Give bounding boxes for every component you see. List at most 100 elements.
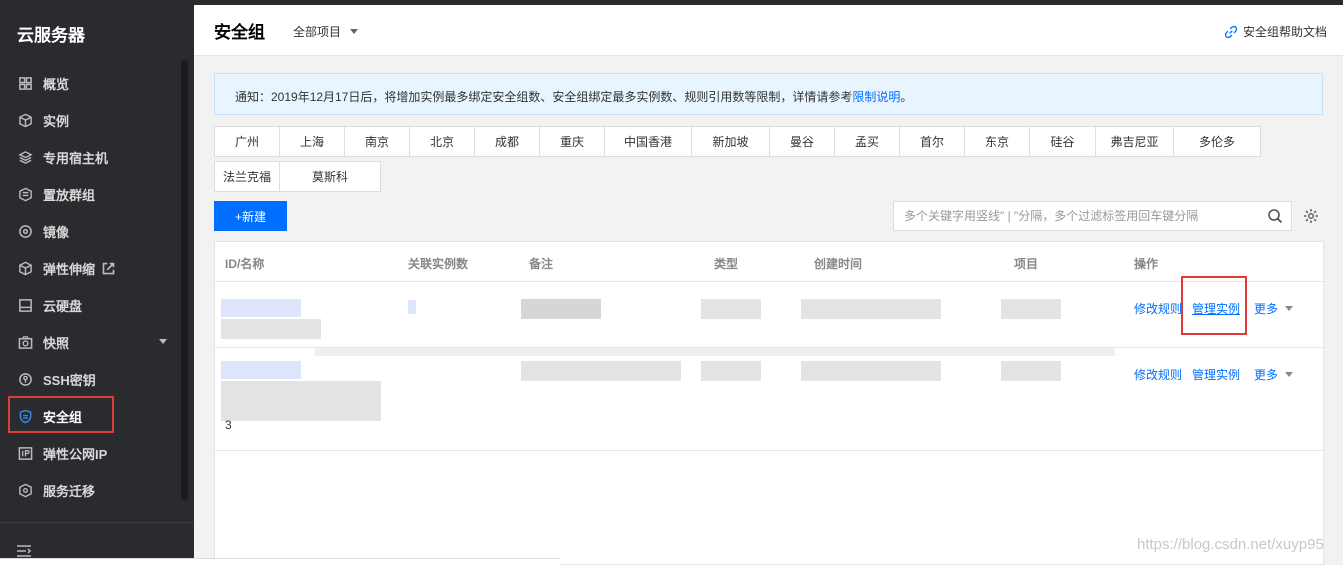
cluster-icon	[17, 186, 33, 202]
more-label: 更多	[1254, 302, 1279, 316]
redacted-name	[221, 381, 381, 421]
region-tab[interactable]: 北京	[409, 126, 475, 157]
sidebar-item-images[interactable]: 镜像	[0, 213, 180, 249]
sidebar-item-label: 弹性伸缩	[43, 261, 96, 277]
collapse-menu-icon[interactable]	[16, 544, 32, 558]
sidebar-scrollbar[interactable]	[181, 60, 188, 500]
redacted-created	[801, 299, 941, 319]
row-fragment-text: 3	[225, 418, 232, 432]
search-icon[interactable]	[1267, 208, 1283, 224]
region-tab[interactable]: 莫斯科	[279, 161, 381, 192]
help-doc-link[interactable]: 安全组帮助文档	[1224, 23, 1327, 40]
help-doc-label: 安全组帮助文档	[1242, 25, 1327, 39]
region-tab[interactable]: 南京	[344, 126, 410, 157]
sidebar-item-dedicated-host[interactable]: 专用宿主机	[0, 139, 180, 175]
redacted-count	[408, 300, 416, 314]
external-link-icon	[102, 262, 115, 274]
table-header: ID/名称 关联实例数 备注 类型 创建时间 项目 操作	[215, 242, 1323, 282]
region-tab[interactable]: 曼谷	[769, 126, 835, 157]
new-security-group-button[interactable]: +新建	[214, 201, 287, 231]
sidebar-item-label: 云硬盘	[43, 298, 83, 314]
column-header-actions: 操作	[1134, 257, 1159, 271]
annotation-highlight-sidebar	[8, 396, 114, 433]
chevron-down-icon	[350, 29, 359, 34]
sidebar-item-label: 镜像	[43, 224, 70, 240]
region-tab[interactable]: 硅谷	[1029, 126, 1096, 157]
key-icon	[17, 371, 33, 387]
more-dropdown[interactable]: 更多	[1254, 366, 1294, 383]
manage-instances-link[interactable]: 管理实例	[1192, 366, 1240, 383]
content: 通知：2019年12月17日后，将增加实例最多绑定安全组数、安全组绑定最多实例数…	[214, 73, 1324, 565]
redacted-strip	[315, 348, 1115, 356]
edit-rules-link[interactable]: 修改规则	[1134, 300, 1182, 317]
chevron-down-icon[interactable]	[159, 339, 167, 344]
region-tab[interactable]: 上海	[279, 126, 345, 157]
region-tab[interactable]: 新加坡	[691, 126, 770, 157]
region-tab[interactable]: 弗吉尼亚	[1095, 126, 1174, 157]
link-icon	[1224, 25, 1238, 38]
redacted-id	[221, 299, 301, 317]
main-panel: 安全组 全部项目 安全组帮助文档 通知：2019年12月17日后，将增加实例最多…	[194, 5, 1343, 565]
sidebar-item-migration[interactable]: 服务迁移	[0, 472, 180, 508]
sidebar-item-label: 专用宿主机	[43, 150, 109, 166]
sidebar-item-placement-group[interactable]: 置放群组	[0, 176, 180, 212]
redacted-remark	[521, 361, 681, 381]
sidebar-item-label: 概览	[43, 76, 70, 92]
column-header-created: 创建时间	[814, 257, 863, 271]
table-row: 3 修改规则 管理实例 更多	[215, 348, 1323, 451]
sidebar-item-auto-scaling[interactable]: 弹性伸缩	[0, 250, 180, 286]
sidebar-item-label: 服务迁移	[43, 483, 96, 499]
sidebar-title: 云服务器	[17, 26, 85, 45]
notice-limit-link[interactable]: 限制说明	[852, 90, 900, 104]
column-header-remark: 备注	[529, 257, 554, 271]
gear-icon[interactable]	[1303, 208, 1319, 224]
page-title: 安全组	[214, 23, 265, 42]
redacted-type	[701, 361, 761, 381]
project-select-value: 全部项目	[293, 25, 342, 39]
redacted-id	[221, 361, 301, 379]
sidebar-item-eip[interactable]: 弹性公网IP	[0, 435, 180, 471]
grid-icon	[17, 75, 33, 91]
column-header-project: 项目	[1014, 257, 1039, 271]
disk-icon	[17, 297, 33, 313]
region-tab[interactable]: 多伦多	[1173, 126, 1261, 157]
page-header: 安全组 全部项目 安全组帮助文档	[194, 5, 1343, 56]
column-header-instances: 关联实例数	[408, 257, 469, 271]
sidebar-item-label: 弹性公网IP	[43, 446, 108, 462]
sidebar-item-cloud-disk[interactable]: 云硬盘	[0, 287, 180, 323]
region-tab[interactable]: 法兰克福	[214, 161, 280, 192]
sidebar-item-label: 置放群组	[43, 187, 96, 203]
sidebar-item-label: 快照	[43, 335, 70, 351]
sidebar-divider	[0, 522, 194, 523]
search-input[interactable]	[904, 209, 1267, 223]
chevron-down-icon	[1285, 372, 1294, 377]
sidebar-item-ssh-key[interactable]: SSH密钥	[0, 361, 180, 397]
region-tab[interactable]: 孟买	[834, 126, 900, 157]
project-select[interactable]: 全部项目	[293, 23, 359, 40]
chevron-down-icon	[1285, 306, 1294, 311]
camera-icon	[17, 334, 33, 350]
redacted-remark	[521, 299, 601, 319]
more-dropdown[interactable]: 更多	[1254, 300, 1294, 317]
sidebar: 云服务器 概览 实例 专用宿主机 置放群组 镜像 弹性伸缩 云硬盘 快照 SSH…	[0, 5, 194, 565]
watermark: https://blog.csdn.net/xuyp95	[1137, 536, 1324, 553]
redacted-project	[1001, 299, 1061, 319]
notice-text: 通知：2019年12月17日后，将增加实例最多绑定安全组数、安全组绑定最多实例数…	[235, 90, 853, 104]
region-tab[interactable]: 东京	[964, 126, 1030, 157]
sidebar-item-instances[interactable]: 实例	[0, 102, 180, 138]
region-tab[interactable]: 广州	[214, 126, 280, 157]
region-tab[interactable]: 中国香港	[604, 126, 692, 157]
region-tab[interactable]: 成都	[474, 126, 540, 157]
redacted-type	[701, 299, 761, 319]
region-tab[interactable]: 首尔	[899, 126, 965, 157]
migrate-icon	[17, 482, 33, 498]
sidebar-item-label: SSH密钥	[43, 372, 96, 388]
disc-icon	[17, 223, 33, 239]
sidebar-item-overview[interactable]: 概览	[0, 65, 180, 101]
sidebar-item-snapshot[interactable]: 快照	[0, 324, 180, 360]
table-row: 修改规则 管理实例 更多	[215, 282, 1323, 348]
edit-rules-link[interactable]: 修改规则	[1134, 366, 1182, 383]
region-tab[interactable]: 重庆	[539, 126, 605, 157]
notice-suffix: 。	[900, 90, 913, 104]
annotation-highlight-manage	[1181, 276, 1247, 335]
